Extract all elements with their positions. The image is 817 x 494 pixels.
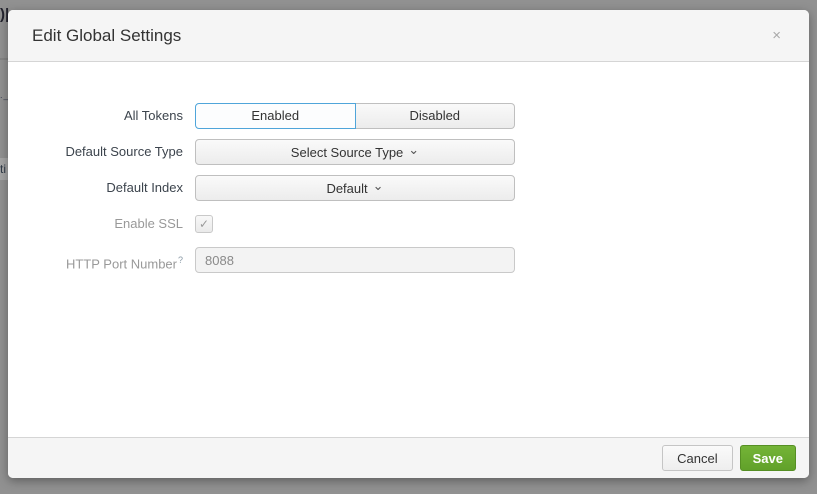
all-tokens-enabled-button[interactable]: Enabled [195, 103, 356, 129]
http-port-input [195, 247, 515, 273]
default-source-type-dropdown[interactable]: Select Source Type ⌄ [195, 139, 515, 165]
http-port-label-text: HTTP Port Number [66, 256, 177, 271]
chevron-down-icon: ⌄ [408, 143, 419, 156]
enable-ssl-label: Enable SSL [8, 211, 195, 237]
default-index-row: Default Index Default ⌄ [8, 175, 809, 201]
save-button[interactable]: Save [740, 445, 796, 471]
http-port-label: HTTP Port Number? [8, 247, 195, 277]
dialog-body: All Tokens Enabled Disabled Default Sour… [8, 62, 809, 437]
screen: )| ._ ti Edit Global Settings × All Toke… [0, 0, 817, 494]
chevron-down-icon: ⌄ [373, 179, 384, 192]
default-source-type-label: Default Source Type [8, 139, 195, 165]
default-source-type-value: Select Source Type [291, 145, 404, 160]
all-tokens-row: All Tokens Enabled Disabled [8, 103, 809, 129]
dialog-footer: Cancel Save [8, 437, 809, 478]
help-icon: ? [178, 255, 183, 265]
all-tokens-toggle-group: Enabled Disabled [195, 103, 515, 129]
dialog-header: Edit Global Settings × [8, 10, 809, 62]
close-icon[interactable]: × [768, 26, 785, 45]
default-index-dropdown[interactable]: Default ⌄ [195, 175, 515, 201]
http-port-row: HTTP Port Number? [8, 247, 809, 277]
default-index-value: Default [326, 181, 367, 196]
default-source-type-row: Default Source Type Select Source Type ⌄ [8, 139, 809, 165]
enable-ssl-checkbox: ✓ [195, 215, 213, 233]
default-index-label: Default Index [8, 175, 195, 201]
all-tokens-label: All Tokens [8, 103, 195, 129]
dialog-title: Edit Global Settings [32, 26, 768, 46]
cancel-button[interactable]: Cancel [662, 445, 732, 471]
check-icon: ✓ [199, 217, 209, 231]
edit-global-settings-dialog: Edit Global Settings × All Tokens Enable… [8, 10, 809, 478]
all-tokens-disabled-button[interactable]: Disabled [356, 103, 516, 129]
enable-ssl-row: Enable SSL ✓ [8, 211, 809, 237]
